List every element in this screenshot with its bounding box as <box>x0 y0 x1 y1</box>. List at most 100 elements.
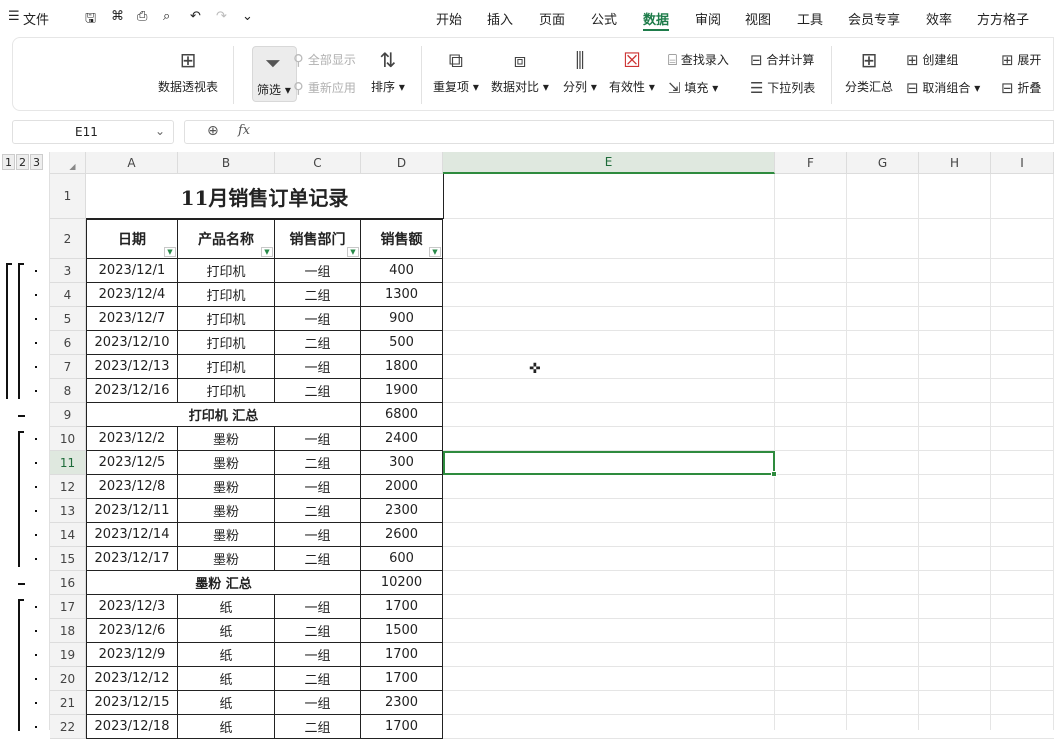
table-cell[interactable]: 2300 <box>361 691 443 715</box>
table-cell[interactable]: 2023/12/12 <box>86 667 178 691</box>
row-header-11[interactable]: 11 <box>50 451 86 475</box>
table-header-cell[interactable]: 日期 ▼ <box>86 219 178 259</box>
table-cell[interactable]: 二组 <box>275 331 361 355</box>
table-cell[interactable]: 2300 <box>361 499 443 523</box>
row-header-20[interactable]: 20 <box>50 667 86 691</box>
table-cell[interactable]: 一组 <box>275 523 361 547</box>
select-all-corner[interactable]: ◢ <box>50 152 86 174</box>
subtotal-button[interactable]: ⊞ 分类汇总 <box>845 48 893 95</box>
table-cell[interactable]: 墨粉 <box>178 451 275 475</box>
filter-dropdown-icon[interactable]: ▼ <box>164 247 176 257</box>
table-cell[interactable]: 900 <box>361 307 443 331</box>
selected-cell-E11[interactable] <box>443 451 775 475</box>
row-header-1[interactable]: 1 <box>50 174 86 219</box>
table-cell[interactable]: 纸 <box>178 595 275 619</box>
tab-9[interactable]: 效率 <box>926 9 952 28</box>
outline-group-bar[interactable] <box>18 431 24 567</box>
filter-dropdown-icon[interactable]: ▼ <box>347 247 359 257</box>
brush-icon[interactable]: ⌘ <box>111 9 124 24</box>
table-header-cell[interactable]: 产品名称 ▼ <box>178 219 275 259</box>
row-header-6[interactable]: 6 <box>50 331 86 355</box>
table-cell[interactable]: 2023/12/3 <box>86 595 178 619</box>
data-compare-button[interactable]: ⧈ 数据对比 ▾ <box>491 48 549 95</box>
table-cell[interactable]: 2023/12/18 <box>86 715 178 739</box>
table-cell[interactable]: 二组 <box>275 667 361 691</box>
fill-handle[interactable] <box>771 471 777 477</box>
tab-1[interactable]: 插入 <box>487 9 513 28</box>
row-header-12[interactable]: 12 <box>50 475 86 499</box>
col-header-H[interactable]: H <box>919 152 991 174</box>
col-header-I[interactable]: I <box>991 152 1054 174</box>
table-cell[interactable]: 一组 <box>275 475 361 499</box>
row-header-4[interactable]: 4 <box>50 283 86 307</box>
table-cell[interactable]: 墨粉 <box>178 547 275 571</box>
table-cell[interactable]: 纸 <box>178 715 275 739</box>
tab-6[interactable]: 视图 <box>745 9 771 28</box>
table-cell[interactable]: 二组 <box>275 451 361 475</box>
hamburger-menu-icon[interactable]: ☰ <box>8 9 20 24</box>
table-cell[interactable]: 2023/12/6 <box>86 619 178 643</box>
row-header-9[interactable]: 9 <box>50 403 86 427</box>
table-cell[interactable]: 1700 <box>361 715 443 739</box>
row-header-14[interactable]: 14 <box>50 523 86 547</box>
row-header-8[interactable]: 8 <box>50 379 86 403</box>
table-cell[interactable]: 二组 <box>275 283 361 307</box>
collapse-button[interactable]: ⊟ 折叠 <box>1001 79 1041 96</box>
table-cell[interactable]: 打印机 <box>178 307 275 331</box>
table-cell[interactable]: 纸 <box>178 643 275 667</box>
chevron-down-icon[interactable]: ⌄ <box>155 124 165 138</box>
row-header-3[interactable]: 3 <box>50 259 86 283</box>
filter-button[interactable]: ⏷ 筛选 ▾ <box>252 46 297 102</box>
tab-4[interactable]: 数据 <box>643 9 669 28</box>
redo-icon[interactable]: ↷ <box>216 9 227 24</box>
table-cell[interactable]: 二组 <box>275 715 361 739</box>
sort-button[interactable]: ⇅ 排序 ▾ <box>371 48 405 95</box>
expand-button[interactable]: ⊞ 展开 <box>1001 51 1041 68</box>
outline-collapse-icon[interactable] <box>18 583 25 585</box>
subtotal-label-cell[interactable]: 墨粉 汇总 <box>86 571 361 595</box>
tab-5[interactable]: 审阅 <box>695 9 721 28</box>
table-cell[interactable]: 2600 <box>361 523 443 547</box>
table-cell[interactable]: 打印机 <box>178 283 275 307</box>
col-header-C[interactable]: C <box>275 152 361 174</box>
table-cell[interactable]: 打印机 <box>178 259 275 283</box>
table-cell[interactable]: 打印机 <box>178 355 275 379</box>
row-header-7[interactable]: 7 <box>50 355 86 379</box>
reapply-button[interactable]: ⚲ 重新应用 <box>293 79 356 96</box>
table-cell[interactable]: 一组 <box>275 427 361 451</box>
col-header-F[interactable]: F <box>775 152 847 174</box>
table-cell[interactable]: 2023/12/4 <box>86 283 178 307</box>
outline-group-bar[interactable] <box>18 599 24 731</box>
table-cell[interactable]: 一组 <box>275 259 361 283</box>
table-header-cell[interactable]: 销售部门 ▼ <box>275 219 361 259</box>
table-cell[interactable]: 二组 <box>275 619 361 643</box>
table-cell[interactable]: 2023/12/17 <box>86 547 178 571</box>
table-cell[interactable]: 1500 <box>361 619 443 643</box>
col-header-G[interactable]: G <box>847 152 919 174</box>
table-cell[interactable]: 2023/12/14 <box>86 523 178 547</box>
tab-0[interactable]: 开始 <box>436 9 462 28</box>
lookup-entry-button[interactable]: ⌸ 查找录入 <box>668 51 729 68</box>
table-cell[interactable]: 1700 <box>361 643 443 667</box>
table-cell[interactable]: 2400 <box>361 427 443 451</box>
print-preview-icon[interactable]: ⌕ <box>163 9 170 24</box>
quick-access-dropdown-icon[interactable]: ⌄ <box>242 9 253 24</box>
undo-icon[interactable]: ↶ <box>190 9 201 24</box>
table-cell[interactable]: 2023/12/8 <box>86 475 178 499</box>
subtotal-label-cell[interactable]: 打印机 汇总 <box>86 403 361 427</box>
table-cell[interactable]: 500 <box>361 331 443 355</box>
filter-dropdown-icon[interactable]: ▼ <box>261 247 273 257</box>
table-header-cell[interactable]: 销售额 ▼ <box>361 219 443 259</box>
row-header-2[interactable]: 2 <box>50 219 86 259</box>
row-header-17[interactable]: 17 <box>50 595 86 619</box>
table-cell[interactable]: 纸 <box>178 619 275 643</box>
table-cell[interactable]: 1700 <box>361 667 443 691</box>
col-header-A[interactable]: A <box>86 152 178 174</box>
zoom-icon[interactable]: ⊕ <box>207 123 219 139</box>
table-cell[interactable]: 一组 <box>275 691 361 715</box>
table-cell[interactable]: 二组 <box>275 499 361 523</box>
outline-group-bar[interactable] <box>6 263 12 399</box>
table-cell[interactable]: 2023/12/13 <box>86 355 178 379</box>
tab-8[interactable]: 会员专享 <box>848 9 900 28</box>
table-cell[interactable]: 1900 <box>361 379 443 403</box>
